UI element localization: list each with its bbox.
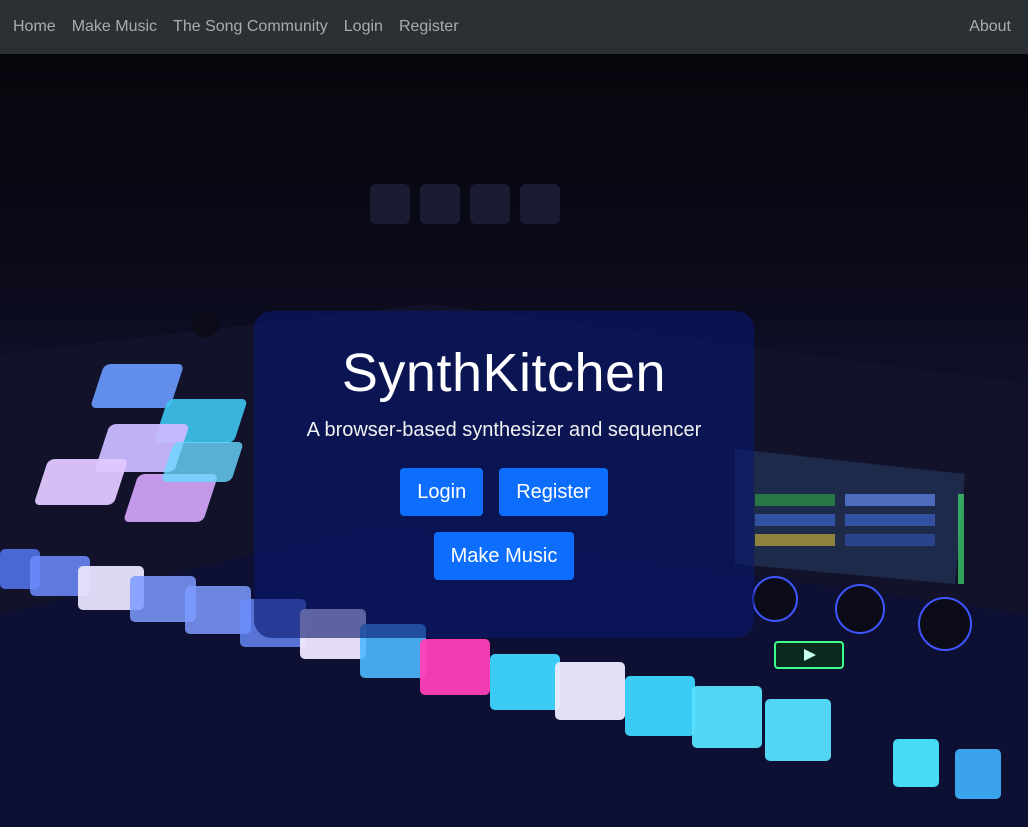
register-button[interactable]: Register	[499, 468, 608, 516]
hero-button-row-2: Make Music	[254, 532, 754, 580]
make-music-button[interactable]: Make Music	[433, 532, 575, 580]
top-navbar: Home Make Music The Song Community Login…	[0, 0, 1028, 54]
nav-link-song-community[interactable]: The Song Community	[173, 18, 328, 36]
hero-title: SynthKitchen	[341, 343, 667, 403]
nav-link-make-music[interactable]: Make Music	[72, 18, 157, 36]
nav-link-register[interactable]: Register	[399, 18, 459, 36]
hero-card: SynthKitchen A browser-based synthesizer…	[254, 311, 754, 638]
nav-link-home[interactable]: Home	[13, 18, 56, 36]
nav-links: Home Make Music The Song Community Login…	[13, 18, 475, 36]
hero-button-row: Login Register	[254, 468, 754, 516]
hero-subtitle: A browser-based synthesizer and sequence…	[306, 419, 702, 441]
nav-right: About	[969, 18, 1015, 36]
nav-link-about[interactable]: About	[969, 18, 1011, 35]
hero-section: SynthKitchen A browser-based synthesizer…	[0, 54, 1028, 827]
nav-link-login[interactable]: Login	[344, 18, 383, 36]
login-button[interactable]: Login	[400, 468, 484, 516]
